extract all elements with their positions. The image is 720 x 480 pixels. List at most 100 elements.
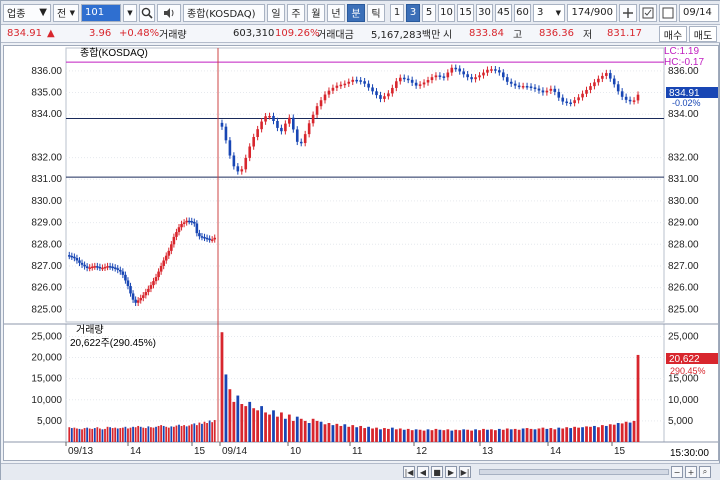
period-day[interactable]: 일 [267, 3, 285, 22]
candle-body [474, 77, 477, 80]
volume-bar [99, 428, 101, 442]
candle-body [228, 140, 232, 156]
volume-bar [541, 427, 545, 442]
volume-bar [152, 427, 155, 442]
scroll-prev-button[interactable]: ◀ [417, 466, 429, 478]
volume-bar [240, 404, 244, 442]
interval-15[interactable]: 15 [457, 3, 474, 22]
candle-body [75, 258, 79, 261]
candle-body [593, 82, 596, 87]
count-input[interactable]: 174/900 [567, 3, 617, 22]
scroll-next-button[interactable]: ▶ [445, 466, 457, 478]
interval-30[interactable]: 30 [476, 3, 493, 22]
scroll-last-button[interactable]: ▶| [459, 466, 471, 478]
volume-bar [101, 429, 104, 442]
volume-bar [104, 428, 106, 442]
volume-bar [438, 429, 442, 442]
volume-bar [244, 406, 248, 442]
candle-body [213, 237, 217, 240]
interval-3[interactable]: 3 [406, 3, 420, 22]
code-dropdown-button[interactable]: ▼ [123, 3, 137, 22]
period-tick[interactable]: 틱 [367, 3, 385, 22]
market-select[interactable]: 업종 ▼ [3, 3, 51, 22]
candle-body [541, 90, 545, 93]
candle-body [323, 94, 327, 101]
interval-1[interactable]: 1 [390, 3, 404, 22]
scroll-stop-button[interactable]: ■ [431, 466, 443, 478]
date-input[interactable]: 09/14 [679, 3, 719, 22]
candle-body [446, 72, 450, 78]
x-tick-label: 14 [550, 446, 562, 457]
chart-area[interactable]: 836.00836.00835.00835.00834.00834.00832.… [3, 45, 719, 461]
candle-body [351, 79, 355, 82]
price-tick-label-left: 836.00 [31, 66, 62, 77]
candle-body [210, 239, 214, 241]
price-tick-label-left: 826.00 [31, 283, 62, 294]
volume-bar [533, 429, 537, 442]
volume-bar [406, 428, 410, 442]
volume-bar [157, 425, 160, 442]
volume-bar [593, 425, 596, 442]
volume-bar [545, 428, 549, 442]
option-checkbox[interactable] [659, 3, 677, 22]
arrows-icon [623, 7, 633, 18]
zoom-search-button[interactable]: ⌕ [699, 466, 711, 478]
interval-45[interactable]: 45 [495, 3, 512, 22]
period-year[interactable]: 년 [327, 3, 345, 22]
bottom-scrollbar[interactable]: |◀ ◀ ■ ▶ ▶| − + ⌕ [1, 463, 720, 480]
volume-bar [604, 425, 608, 442]
open-label: 시 [443, 30, 453, 41]
volume-bar [418, 429, 422, 442]
volume-bar [303, 420, 307, 442]
minus-icon: − [673, 467, 681, 477]
volume-bar [327, 423, 331, 442]
sell-button[interactable]: 매도 [689, 26, 717, 42]
high-label: 고 [513, 30, 523, 41]
code-input[interactable]: 101 [81, 3, 121, 22]
candle-body [505, 77, 509, 82]
candle-body [284, 123, 287, 132]
volume-bar [188, 425, 191, 442]
volume-bar [119, 428, 122, 442]
interval-5[interactable]: 5 [422, 3, 436, 22]
zoom-out-button[interactable]: − [671, 466, 683, 478]
volume-bar [600, 425, 604, 442]
candle-body [379, 95, 382, 99]
volume-bar [454, 429, 458, 442]
period-week[interactable]: 주 [287, 3, 305, 22]
volume-bar [276, 416, 279, 442]
volume-bar [616, 423, 620, 442]
candle-body [103, 266, 107, 269]
market-select-label: 업종 [7, 9, 26, 20]
mode-select[interactable]: 전 ▼ [53, 3, 79, 22]
candle-body [628, 99, 632, 102]
search-button[interactable] [139, 3, 155, 22]
interval-10[interactable]: 10 [438, 3, 455, 22]
candle-body [470, 77, 473, 80]
buy-button[interactable]: 매수 [659, 26, 687, 42]
scroll-track[interactable] [479, 469, 669, 475]
volume-bar [272, 410, 275, 442]
volume-bar [390, 427, 394, 442]
interval-input[interactable]: 3 ▼ [533, 3, 565, 22]
volume-bar [109, 427, 111, 442]
price-volume-chart[interactable]: 836.00836.00835.00835.00834.00834.00832.… [4, 46, 718, 460]
checkbox-button[interactable] [639, 3, 657, 22]
volume-bar [83, 428, 86, 442]
volume-bar [442, 430, 446, 442]
volume-bar [351, 425, 355, 442]
candle-body [152, 281, 155, 286]
volume-bar [96, 427, 99, 442]
sound-button[interactable] [157, 3, 181, 22]
scroll-first-button[interactable]: |◀ [403, 466, 415, 478]
interval-60[interactable]: 60 [514, 3, 531, 22]
price-tick-label-right: 828.00 [668, 239, 699, 250]
volume-bar [295, 416, 299, 442]
tools-button[interactable] [619, 3, 637, 22]
volume-pane-title: 거래량 [76, 324, 104, 336]
zoom-in-button[interactable]: + [685, 466, 697, 478]
period-minute[interactable]: 분 [347, 3, 365, 22]
volume-tick-label-right: 10,000 [668, 395, 699, 406]
interval-15-label: 15 [459, 7, 472, 18]
period-month[interactable]: 월 [307, 3, 325, 22]
